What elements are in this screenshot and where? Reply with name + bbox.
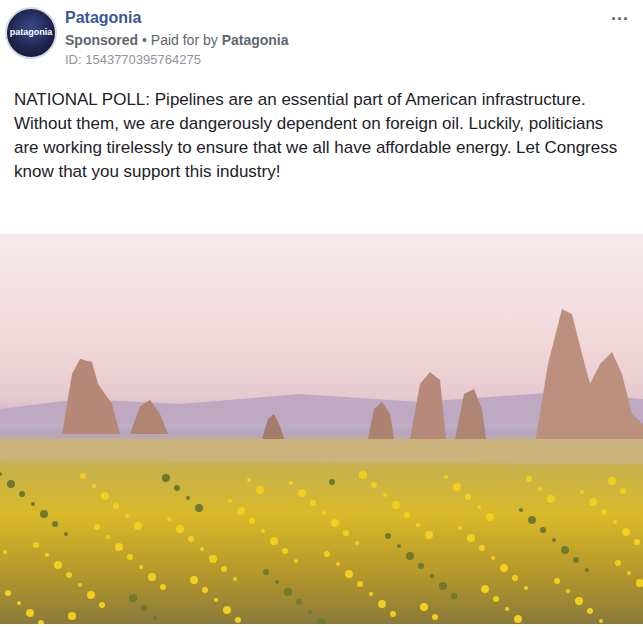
sponsor-line: Sponsored • Paid for by Patagonia (65, 30, 599, 50)
page-name[interactable]: Patagonia (65, 8, 599, 28)
sponsored-post: patagoniaPatagoniaSponsored • Paid for b… (0, 0, 643, 624)
paid-for-label: Paid for by (151, 32, 218, 48)
more-menu-button[interactable]: ... (607, 7, 633, 21)
ad-id: ID: 1543770395764275 (65, 51, 599, 69)
separator: • (142, 32, 147, 48)
sponsored-label[interactable]: Sponsored (65, 32, 138, 48)
photo-scenery (0, 234, 643, 624)
post-text: NATIONAL POLL: Pipelines are an essentia… (0, 80, 643, 212)
post-photo[interactable] (0, 234, 643, 624)
page-avatar[interactable]: patagonia (5, 7, 57, 59)
post-meta: PatagoniaSponsored • Paid for by Patagon… (65, 7, 599, 69)
paid-for-name[interactable]: Patagonia (222, 32, 289, 48)
post-header: patagoniaPatagoniaSponsored • Paid for b… (0, 0, 643, 80)
